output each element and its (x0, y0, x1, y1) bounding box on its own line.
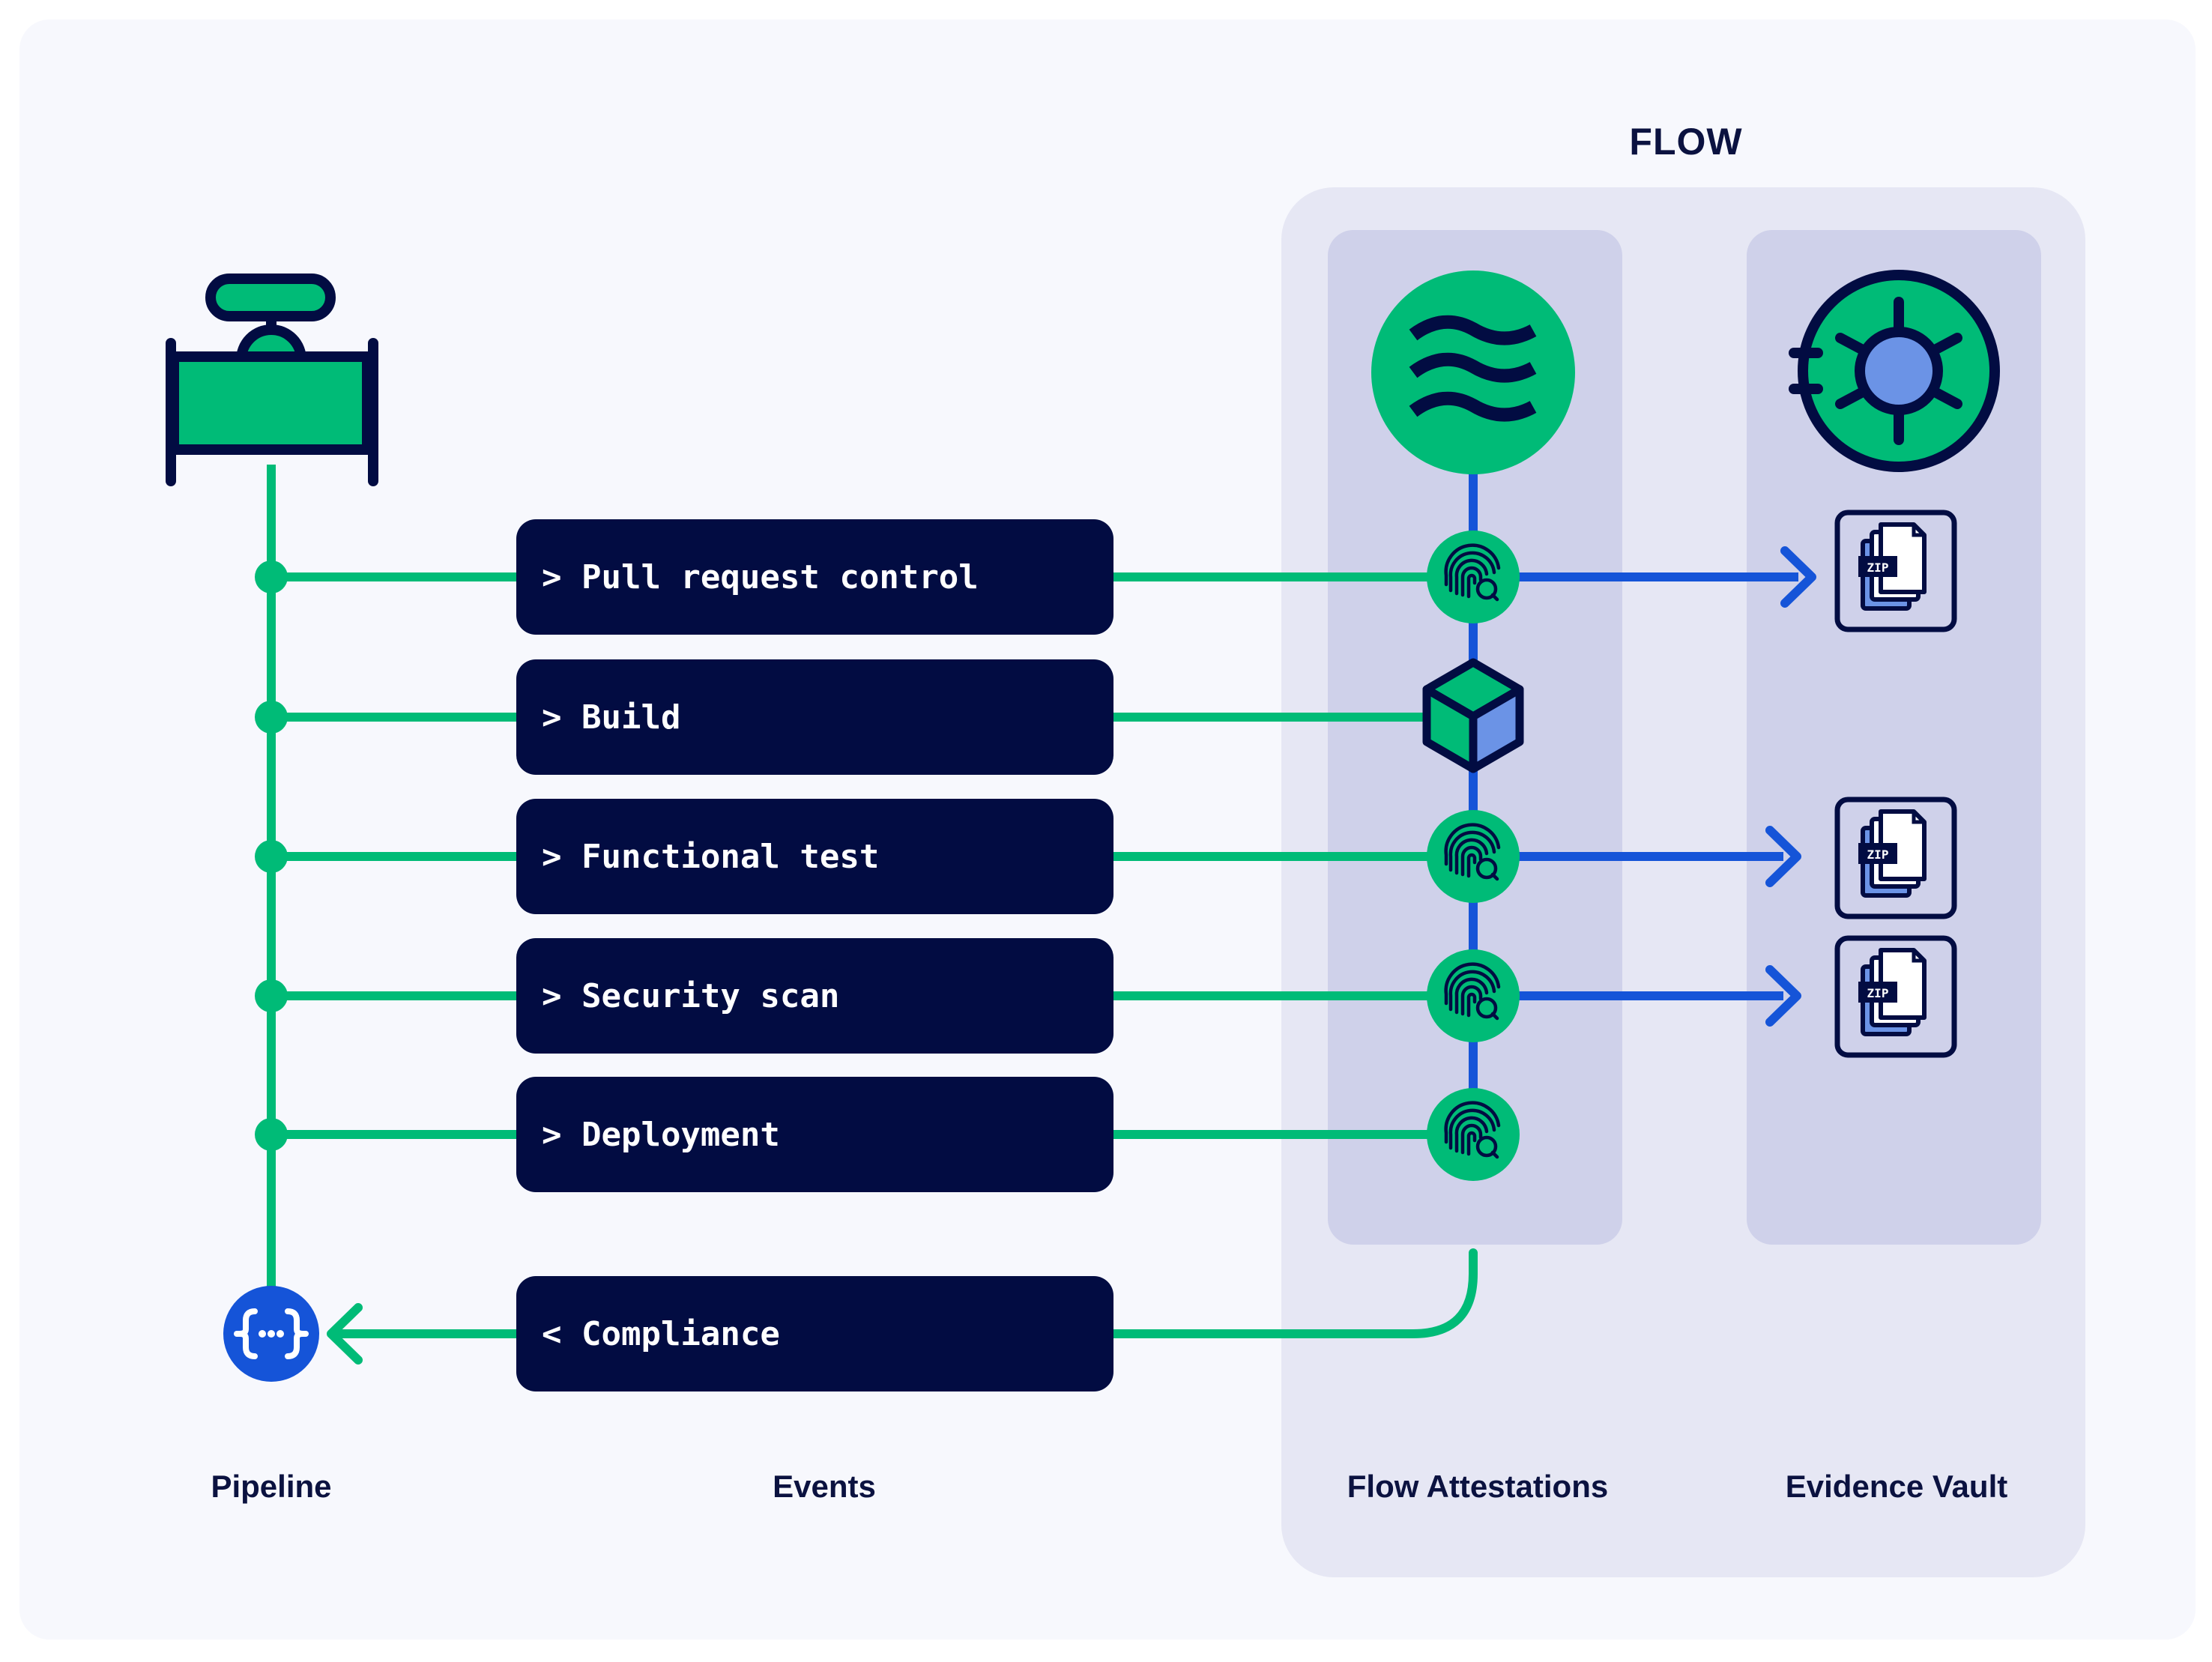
event-compliance[interactable]: < Compliance (516, 1276, 1113, 1391)
event-build[interactable]: > Build (516, 659, 1113, 775)
event-functional-test[interactable]: > Functional test (516, 799, 1113, 914)
event-deployment[interactable]: > Deployment (516, 1077, 1113, 1192)
event-pull-request-control[interactable]: > Pull request control (516, 519, 1113, 635)
evidence-arrow (1473, 965, 1801, 1027)
evidence-arrow (1473, 826, 1801, 887)
event-security-scan[interactable]: > Security scan (516, 938, 1113, 1054)
evidence-arrow (1473, 546, 1816, 608)
